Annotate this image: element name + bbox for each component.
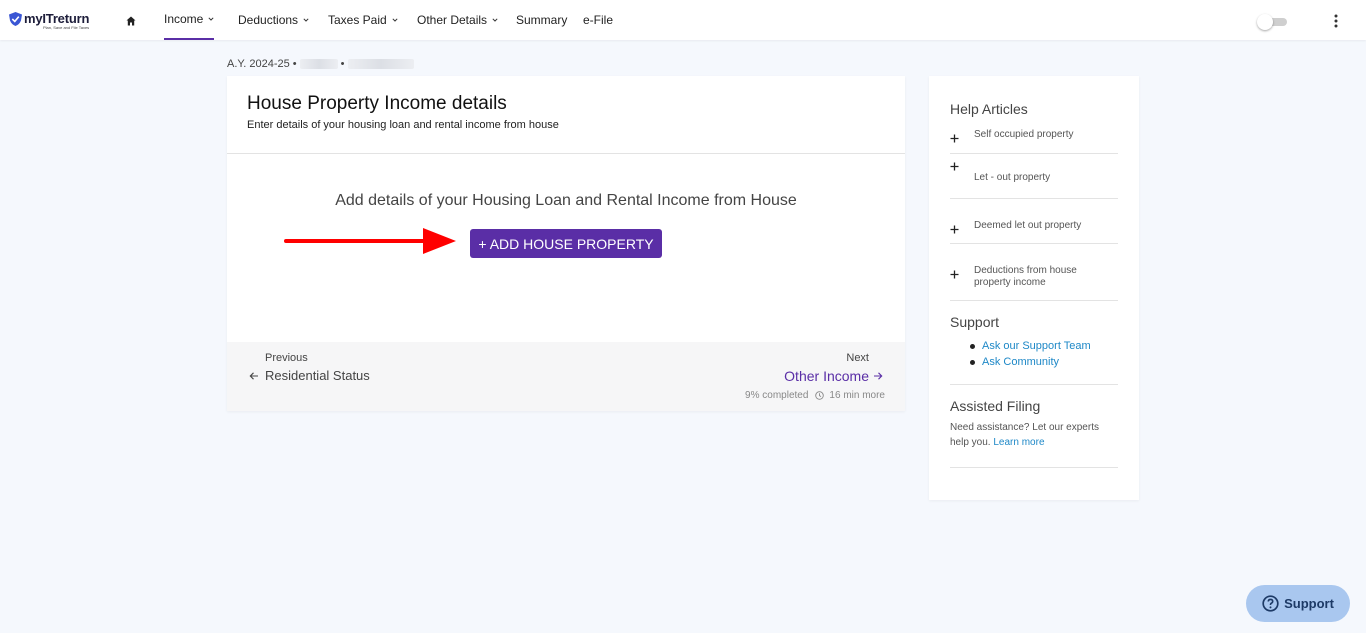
help-articles-heading: Help Articles (950, 101, 1028, 117)
chevron-down-icon (392, 18, 398, 22)
top-navbar: myITreturn Plan, Save and File Taxes Inc… (0, 0, 1366, 40)
nav-efile[interactable]: e-File (583, 0, 613, 40)
home-icon[interactable] (126, 16, 136, 26)
more-vert-icon[interactable] (1330, 14, 1342, 28)
arrow-left-icon (249, 371, 258, 380)
next-label: Next (846, 352, 869, 364)
help-circle-icon (1262, 595, 1279, 612)
redacted-id (347, 59, 414, 69)
help-articles-list: Self occupied property Let - out propert… (950, 126, 1118, 301)
plus-icon (950, 162, 959, 171)
toggle-knob (1257, 14, 1273, 30)
nav-summary-label: Summary (516, 13, 568, 27)
theme-toggle[interactable] (1257, 14, 1288, 30)
nav-deductions[interactable]: Deductions (238, 0, 309, 40)
time-remaining: 16 min more (829, 390, 885, 401)
support-widget-button[interactable]: Support (1246, 585, 1350, 622)
nav-income[interactable]: Income (164, 0, 215, 40)
help-item-label: Deductions from house property income (974, 265, 1077, 288)
page-title: House Property Income details (247, 93, 507, 114)
help-item-label: Self occupied property (974, 129, 1074, 140)
chevron-down-icon (208, 17, 214, 21)
community-link[interactable]: Ask Community (950, 354, 1118, 370)
help-item-let-out[interactable]: Let - out property (950, 154, 1118, 199)
progress-info: 9% completed 16 min more (745, 390, 885, 401)
shield-check-icon (9, 12, 22, 26)
support-widget-label: Support (1284, 596, 1334, 611)
previous-label: Previous (265, 352, 308, 364)
annotation-arrow-icon (284, 228, 456, 254)
help-sidebar: Help Articles Self occupied property Let… (929, 76, 1139, 500)
support-links: Ask our Support Team Ask Community (950, 338, 1118, 370)
nav-efile-label: e-File (583, 13, 614, 27)
nav-income-label: Income (164, 12, 204, 26)
add-house-property-button[interactable]: + ADD HOUSE PROPERTY (470, 229, 662, 258)
help-item-label: Let - out property (974, 172, 1051, 183)
help-item-deemed-let-out[interactable]: Deemed let out property (950, 199, 1118, 244)
redacted-name (299, 59, 338, 69)
plus-icon (950, 225, 959, 234)
arrow-right-icon (874, 372, 883, 380)
support-heading: Support (950, 314, 1000, 330)
plus-icon (950, 134, 959, 143)
next-link-label: Other Income (784, 368, 869, 384)
logo-tagline: Plan, Save and File Taxes (43, 25, 90, 30)
card-header: House Property Income details Enter deta… (227, 76, 905, 154)
breadcrumb-separator: • (292, 58, 297, 70)
nav-summary[interactable]: Summary (516, 0, 567, 40)
logo-name: myITreturn (24, 11, 90, 26)
help-item-label: Deemed let out property (974, 220, 1082, 231)
add-prompt: Add details of your Housing Loan and Ren… (335, 192, 797, 209)
nav-other-details[interactable]: Other Details (417, 0, 498, 40)
nav-taxes-paid[interactable]: Taxes Paid (328, 0, 398, 40)
nav-taxes-paid-label: Taxes Paid (328, 13, 387, 27)
page-subtitle: Enter details of your housing loan and r… (247, 119, 559, 131)
assessment-year: A.Y. 2024-25 (227, 58, 290, 70)
breadcrumb: A.Y. 2024-25 • • (227, 58, 417, 70)
logo[interactable]: myITreturn Plan, Save and File Taxes (9, 12, 89, 31)
clock-icon (815, 391, 825, 400)
plus-icon (950, 270, 959, 279)
help-item-self-occupied[interactable]: Self occupied property (950, 126, 1118, 154)
chevron-down-icon (303, 18, 309, 22)
learn-more-link[interactable]: Learn more (993, 437, 1044, 448)
divider (950, 467, 1118, 468)
progress-text: 9% completed (745, 390, 809, 401)
assisted-filing-heading: Assisted Filing (950, 398, 1041, 414)
card-footer: Previous Residential Status Next Other I… (227, 342, 905, 411)
nav-deductions-label: Deductions (238, 13, 299, 27)
next-link[interactable]: Other Income (784, 368, 883, 384)
previous-link[interactable]: Residential Status (249, 368, 370, 383)
support-team-link[interactable]: Ask our Support Team (950, 338, 1118, 354)
divider (950, 384, 1118, 385)
chevron-down-icon (492, 18, 498, 22)
nav-other-details-label: Other Details (417, 13, 488, 27)
assisted-filing-text: Need assistance? Let our experts help yo… (950, 420, 1118, 450)
help-item-deductions[interactable]: Deductions from house property income (950, 244, 1118, 301)
previous-link-label: Residential Status (265, 368, 370, 383)
breadcrumb-separator: • (340, 58, 345, 70)
